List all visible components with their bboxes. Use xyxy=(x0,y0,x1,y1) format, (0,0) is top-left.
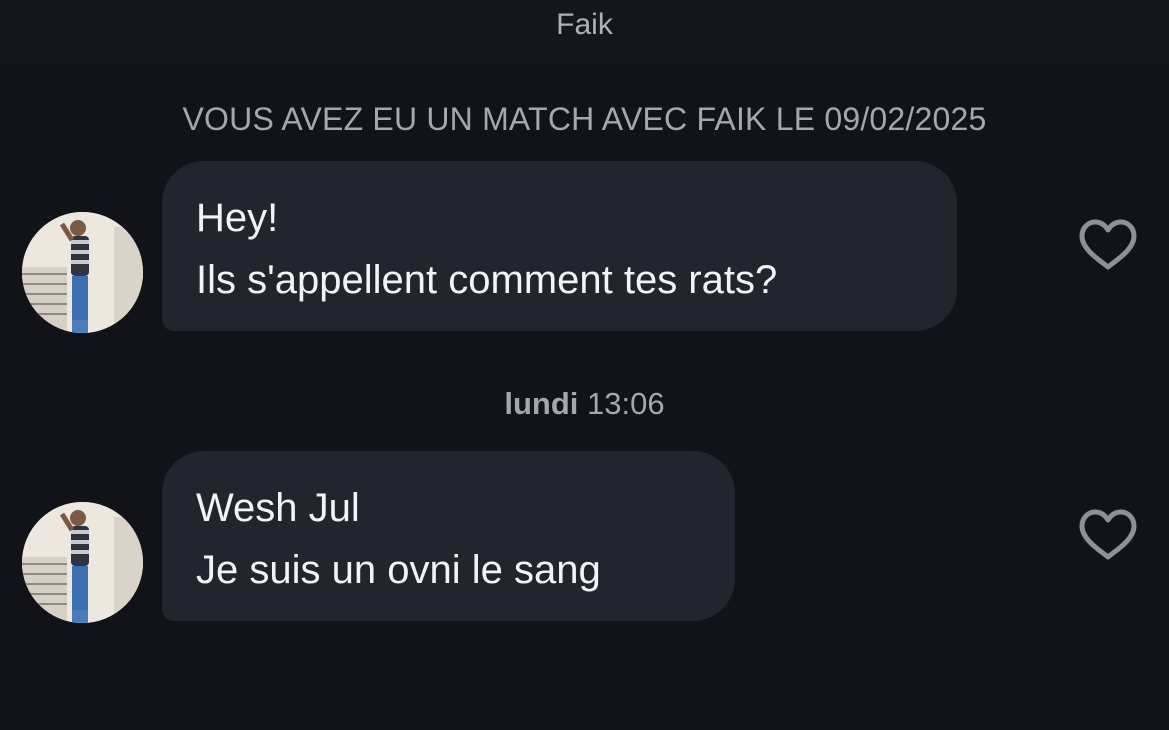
chat-header: Faik xyxy=(0,0,1169,64)
message-line: Hey! xyxy=(196,196,279,240)
contact-avatar[interactable] xyxy=(22,212,143,333)
message-bubble[interactable]: Hey! Ils s'appellent comment tes rats? xyxy=(162,161,957,331)
message-line: Ils s'appellent comment tes rats? xyxy=(196,258,778,302)
heart-outline-icon[interactable] xyxy=(1079,509,1137,561)
match-notice: VOUS AVEZ EU UN MATCH AVEC FAIK LE 09/02… xyxy=(182,101,987,137)
heart-outline-icon[interactable] xyxy=(1079,219,1137,271)
timestamp-time: 13:06 xyxy=(587,386,665,421)
message-timestamp: lundi 13:06 xyxy=(0,386,1169,422)
message-line: Wesh Jul xyxy=(196,486,360,530)
contact-name[interactable]: Faik xyxy=(0,8,1169,42)
timestamp-day: lundi xyxy=(504,386,579,421)
message-line: Je suis un ovni le sang xyxy=(196,548,601,592)
contact-avatar[interactable] xyxy=(22,502,143,623)
avatar-photo xyxy=(22,212,143,333)
avatar-photo xyxy=(22,502,143,623)
message-bubble[interactable]: Wesh Jul Je suis un ovni le sang xyxy=(162,451,735,621)
